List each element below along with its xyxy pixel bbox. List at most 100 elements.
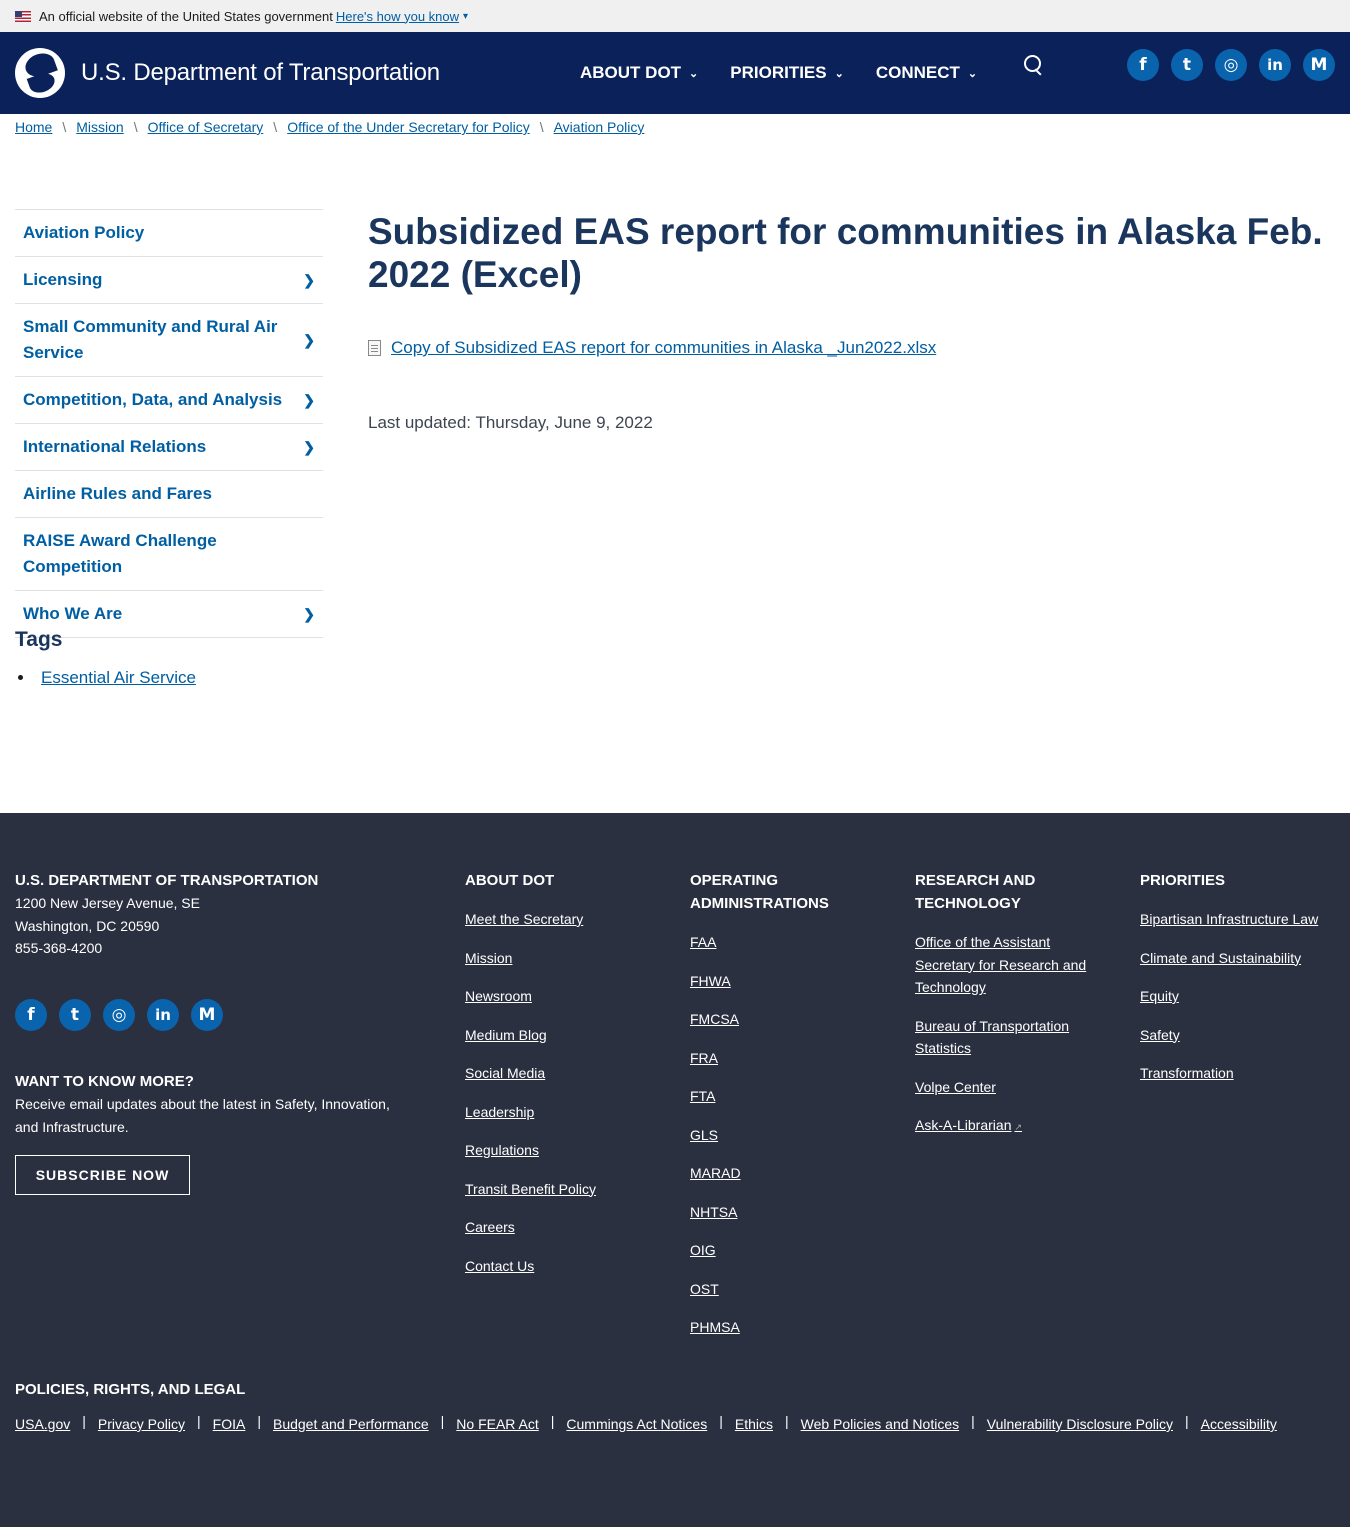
nav-priorities[interactable]: PRIORITIES ⌄: [730, 63, 844, 83]
sidenav-licensing[interactable]: Licensing ❯: [15, 257, 323, 304]
breadcrumb-separator: \: [539, 119, 544, 135]
legal-link-accessibility[interactable]: Accessibility: [1201, 1413, 1277, 1436]
footer-link-contact-us[interactable]: Contact Us: [465, 1255, 596, 1278]
footer-link-oig[interactable]: OIG: [690, 1239, 870, 1262]
search-icon[interactable]: [1022, 55, 1044, 77]
footer-link-bipartisan-infrastructure-law[interactable]: Bipartisan Infrastructure Law: [1140, 908, 1340, 931]
breadcrumb-office-of-secretary[interactable]: Office of Secretary: [148, 119, 264, 135]
instagram-icon[interactable]: ◎: [1215, 49, 1247, 81]
sidenav-raise-award[interactable]: RAISE Award Challenge Competition: [15, 518, 323, 591]
file-download-link[interactable]: Copy of Subsidized EAS report for commun…: [391, 338, 936, 358]
footer-link-ost[interactable]: OST: [690, 1278, 870, 1301]
link-separator: |: [550, 1413, 555, 1429]
footer-link-medium-blog[interactable]: Medium Blog: [465, 1024, 596, 1047]
footer-org-title: U.S. DEPARTMENT OF TRANSPORTATION: [15, 872, 319, 889]
link-separator: |: [197, 1413, 201, 1429]
footer-address-line2: Washington, DC 20590: [15, 917, 160, 934]
legal-link-cummings-act-notices[interactable]: Cummings Act Notices: [566, 1413, 707, 1436]
footer-link-gls[interactable]: GLS: [690, 1124, 870, 1147]
legal-link-web-policies-and-notices[interactable]: Web Policies and Notices: [801, 1413, 959, 1436]
breadcrumb-separator: \: [133, 119, 138, 135]
twitter-icon[interactable]: t: [59, 999, 91, 1031]
facebook-icon[interactable]: f: [15, 999, 47, 1031]
footer-link-bureau-of-transportation-statistics[interactable]: Bureau of Transportation Statistics: [915, 1015, 1105, 1060]
sidenav-competition[interactable]: Competition, Data, and Analysis ❯: [15, 377, 323, 424]
breadcrumb-under-secretary[interactable]: Office of the Under Secretary for Policy: [287, 119, 530, 135]
nav-label: PRIORITIES: [730, 63, 827, 82]
breadcrumb-home[interactable]: Home: [15, 119, 52, 135]
sidenav-small-community[interactable]: Small Community and Rural Air Service ❯: [15, 304, 323, 377]
sidenav-label: International Relations: [23, 437, 207, 456]
legal-link-usa-gov[interactable]: USA.gov: [15, 1413, 70, 1436]
legal-link-budget-and-performance[interactable]: Budget and Performance: [273, 1413, 429, 1436]
breadcrumb-separator: \: [273, 119, 278, 135]
footer-about-column: ABOUT DOT Meet the Secretary Mission Newsr…: [465, 869, 596, 1293]
sidenav-label: Who We Are: [23, 604, 123, 623]
chevron-right-icon[interactable]: ❯: [303, 387, 315, 413]
sidenav-airline-rules[interactable]: Airline Rules and Fares: [15, 471, 323, 518]
linkedin-icon[interactable]: in: [1259, 49, 1291, 81]
gov-banner-text: An official website of the United States…: [39, 8, 333, 24]
footer-link-leadership[interactable]: Leadership: [465, 1101, 596, 1124]
footer-link-ask-a-librarian[interactable]: Ask-A-Librarian ↗: [915, 1114, 1105, 1139]
footer-link-faa[interactable]: FAA: [690, 931, 870, 954]
newsletter-text: Receive email updates about the latest i…: [15, 1096, 390, 1135]
footer-research-heading: RESEARCH AND TECHNOLOGY: [915, 872, 1036, 912]
footer-link-mission[interactable]: Mission: [465, 947, 596, 970]
facebook-icon[interactable]: f: [1127, 49, 1159, 81]
footer-link-volpe-center[interactable]: Volpe Center: [915, 1076, 1105, 1099]
page-title: Subsidized EAS report for communities in…: [368, 211, 1323, 295]
breadcrumb: Home \ Mission \ Office of Secretary \ Offi…: [15, 119, 644, 135]
heres-how-you-know-link[interactable]: Here's how you know: [336, 9, 459, 24]
breadcrumb-mission[interactable]: Mission: [76, 119, 123, 135]
chevron-right-icon[interactable]: ❯: [303, 434, 315, 460]
nav-label: ABOUT DOT: [580, 63, 682, 82]
nav-connect[interactable]: CONNECT ⌄: [876, 63, 977, 83]
chevron-right-icon[interactable]: ❯: [303, 601, 315, 627]
chevron-right-icon[interactable]: ❯: [303, 267, 315, 293]
us-flag-icon: [15, 10, 31, 22]
footer-link-office-of-the-assistant-secretary-for-research-and-technology[interactable]: Office of the Assistant Secretary for Re…: [915, 931, 1105, 999]
footer-link-nhtsa[interactable]: NHTSA: [690, 1201, 870, 1224]
legal-link-no-fear-act[interactable]: No FEAR Act: [456, 1413, 538, 1436]
breadcrumb-aviation-policy[interactable]: Aviation Policy: [554, 119, 645, 135]
legal-link-ethics[interactable]: Ethics: [735, 1413, 773, 1436]
footer-link-phmsa[interactable]: PHMSA: [690, 1316, 870, 1339]
link-separator: |: [257, 1413, 261, 1429]
instagram-icon[interactable]: ◎: [103, 999, 135, 1031]
footer-link-transformation[interactable]: Transformation: [1140, 1062, 1340, 1085]
medium-icon[interactable]: M: [1303, 49, 1335, 81]
footer-link-meet-the-secretary[interactable]: Meet the Secretary: [465, 908, 596, 931]
twitter-icon[interactable]: t: [1171, 49, 1203, 81]
link-separator: |: [1184, 1413, 1189, 1429]
medium-icon[interactable]: M: [191, 999, 223, 1031]
footer-link-fmcsa[interactable]: FMCSA: [690, 1008, 870, 1031]
legal-link-privacy-policy[interactable]: Privacy Policy: [98, 1413, 185, 1436]
footer-link-equity[interactable]: Equity: [1140, 985, 1340, 1008]
footer-link-fhwa[interactable]: FHWA: [690, 970, 870, 993]
footer-link-regulations[interactable]: Regulations: [465, 1139, 596, 1162]
footer-link-newsroom[interactable]: Newsroom: [465, 985, 596, 1008]
sidenav-label: Small Community and Rural Air Service: [23, 317, 278, 362]
subscribe-button[interactable]: SUBSCRIBE NOW: [15, 1155, 190, 1195]
sidenav-aviation-policy[interactable]: Aviation Policy: [15, 210, 323, 257]
footer-link-social-media[interactable]: Social Media: [465, 1062, 596, 1085]
footer-link-safety[interactable]: Safety: [1140, 1024, 1340, 1047]
link-separator: |: [719, 1413, 723, 1429]
linkedin-icon[interactable]: in: [147, 999, 179, 1031]
footer-link-transit-benefit-policy[interactable]: Transit Benefit Policy: [465, 1178, 596, 1201]
legal-link-vulnerability-disclosure-policy[interactable]: Vulnerability Disclosure Policy: [987, 1413, 1173, 1436]
tag-essential-air-service[interactable]: Essential Air Service: [41, 668, 196, 687]
nav-about-dot[interactable]: ABOUT DOT ⌄: [580, 63, 698, 83]
legal-link-foia[interactable]: FOIA: [213, 1413, 246, 1436]
footer-link-fta[interactable]: FTA: [690, 1085, 870, 1108]
sidenav-international[interactable]: International Relations ❯: [15, 424, 323, 471]
chevron-right-icon[interactable]: ❯: [303, 327, 315, 353]
want-to-know-more-heading: WANT TO KNOW MORE?: [15, 1073, 194, 1090]
footer-link-climate-and-sustainability[interactable]: Climate and Sustainability: [1140, 947, 1340, 970]
footer-contact: U.S. DEPARTMENT OF TRANSPORTATION 1200 N…: [15, 869, 318, 960]
footer-link-marad[interactable]: MARAD: [690, 1162, 870, 1185]
footer-link-careers[interactable]: Careers: [465, 1216, 596, 1239]
dot-logo[interactable]: U.S. Department of Transportation: [15, 48, 440, 98]
footer-link-fra[interactable]: FRA: [690, 1047, 870, 1070]
